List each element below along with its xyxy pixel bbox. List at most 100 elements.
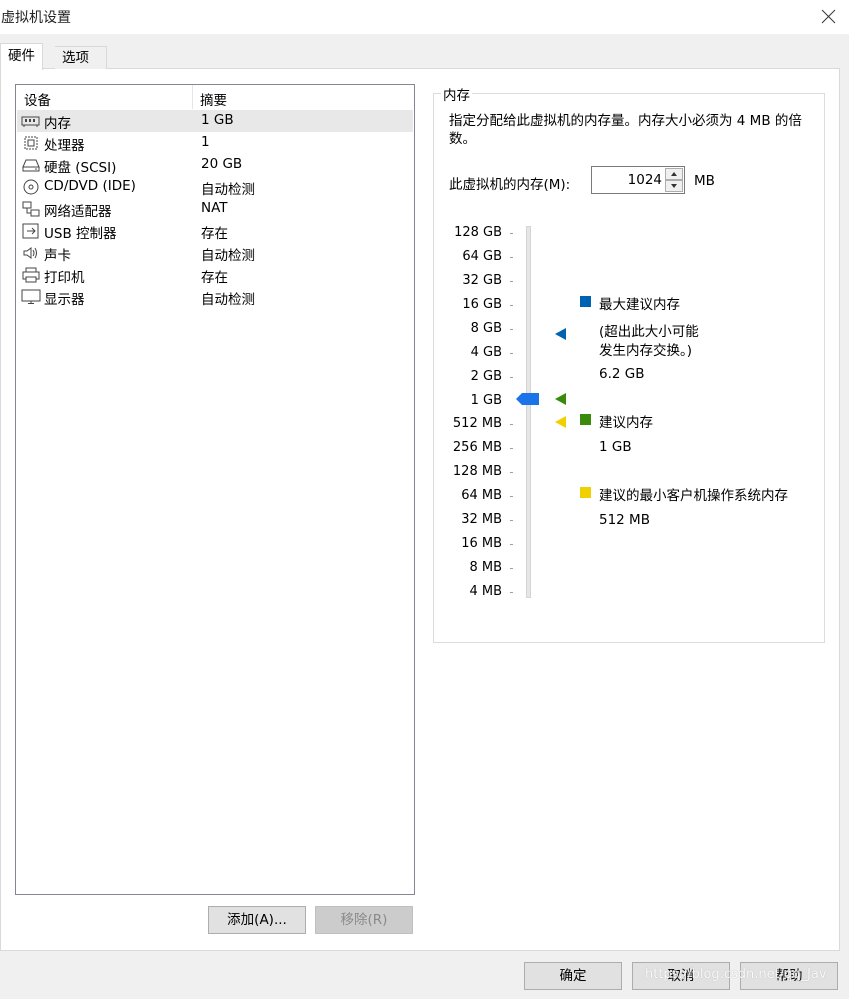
memory-input-label: 此虚拟机的内存(M): xyxy=(449,177,571,193)
device-summary: 20 GB xyxy=(201,156,243,172)
device-name: USB 控制器 xyxy=(44,226,117,242)
memory-icon xyxy=(21,113,41,129)
scale-tick xyxy=(510,233,513,234)
device-name: 硬盘 (SCSI) xyxy=(44,160,117,176)
scale-tick xyxy=(510,544,513,545)
device-row-cd-dvd[interactable]: CD/DVD (IDE) 自动检测 xyxy=(17,176,413,198)
window-title: 虚拟机设置 xyxy=(1,10,71,26)
triangle-left-icon xyxy=(555,328,566,340)
scale-tick xyxy=(510,448,513,449)
processor-icon xyxy=(21,135,41,151)
column-header-summary[interactable]: 摘要 xyxy=(200,89,227,109)
column-header-device[interactable]: 设备 xyxy=(24,89,51,109)
memory-description: 指定分配给此虚拟机的内存量。内存大小必须为 4 MB 的倍数。 xyxy=(449,113,802,147)
speaker-icon xyxy=(21,245,41,261)
min-legend-square xyxy=(580,487,591,498)
scale-label: 1 GB xyxy=(470,393,502,408)
device-summary: 1 GB xyxy=(201,112,234,128)
network-adapter-icon xyxy=(21,201,41,217)
recommended-legend-title: 建议内存 xyxy=(599,415,653,431)
ok-button[interactable]: 确定 xyxy=(524,962,622,990)
scale-label: 64 MB xyxy=(461,488,502,503)
device-row-display[interactable]: 显示器 自动检测 xyxy=(17,286,413,308)
scale-label: 128 MB xyxy=(452,464,502,479)
close-icon xyxy=(821,9,836,24)
scale-tick xyxy=(510,257,513,258)
scale-tick xyxy=(510,592,513,593)
device-summary: 存在 xyxy=(201,226,228,242)
scale-label: 256 MB xyxy=(452,440,502,455)
scale-tick xyxy=(510,329,513,330)
device-row-processor[interactable]: 处理器 1 xyxy=(17,132,413,154)
device-row-memory[interactable]: 内存 1 GB xyxy=(17,110,413,132)
device-row-printer[interactable]: 打印机 存在 xyxy=(17,264,413,286)
triangle-left-icon xyxy=(555,393,566,405)
device-summary: 1 xyxy=(201,134,210,150)
spin-down-button[interactable] xyxy=(665,180,683,192)
device-summary: NAT xyxy=(201,200,228,216)
device-name: 网络适配器 xyxy=(44,204,112,220)
scale-label: 8 GB xyxy=(470,321,502,336)
scale-label: 4 MB xyxy=(469,584,502,599)
monitor-icon xyxy=(21,289,41,305)
spin-up-button[interactable] xyxy=(665,168,683,180)
max-recommended-marker xyxy=(555,328,567,344)
list-header: 设备 摘要 xyxy=(16,85,414,109)
max-legend-square xyxy=(580,296,591,307)
memory-slider-track[interactable] xyxy=(526,226,531,598)
memory-group-title: 内存 xyxy=(441,84,472,104)
scale-label: 2 GB xyxy=(470,369,502,384)
scale-tick xyxy=(510,520,513,521)
device-summary: 自动检测 xyxy=(201,292,255,308)
device-name: 声卡 xyxy=(44,248,71,264)
max-legend-value: 6.2 GB xyxy=(599,366,645,382)
scale-label: 128 GB xyxy=(454,225,502,240)
max-legend-note: 发生内存交换。) xyxy=(599,343,693,359)
min-recommended-marker xyxy=(555,416,567,432)
scale-tick xyxy=(510,472,513,473)
scale-tick xyxy=(510,424,513,425)
title-bar xyxy=(0,0,849,34)
memory-stepper[interactable] xyxy=(591,166,685,194)
close-button[interactable] xyxy=(814,2,844,32)
device-row-network[interactable]: 网络适配器 NAT xyxy=(17,198,413,220)
device-summary: 自动检测 xyxy=(201,182,255,198)
scale-tick xyxy=(510,377,513,378)
watermark: https://blog.csdn.net/qq_Jav xyxy=(645,967,827,982)
device-list[interactable]: 设备 摘要 内存 1 GB 处理器 1 硬盘 (SCSI) 20 GB CD/D… xyxy=(15,84,415,895)
chevron-up-icon xyxy=(671,172,677,176)
scale-label: 512 MB xyxy=(452,416,502,431)
chevron-down-icon xyxy=(671,184,677,188)
max-legend-title: 最大建议内存 xyxy=(599,297,680,313)
add-device-button[interactable]: 添加(A)... xyxy=(208,906,306,934)
device-row-sound[interactable]: 声卡 自动检测 xyxy=(17,242,413,264)
max-legend-note: (超出此大小可能 xyxy=(599,324,699,340)
scale-label: 16 GB xyxy=(462,297,502,312)
scale-label: 8 MB xyxy=(469,560,502,575)
device-name: 内存 xyxy=(44,116,71,132)
min-legend-title: 建议的最小客户机操作系统内存 xyxy=(599,488,788,504)
scale-tick xyxy=(510,281,513,282)
memory-slider-thumb[interactable] xyxy=(516,392,540,410)
scale-tick xyxy=(510,305,513,306)
recommended-legend-square xyxy=(580,414,591,425)
remove-device-button[interactable]: 移除(R) xyxy=(315,906,413,934)
device-summary: 自动检测 xyxy=(201,248,255,264)
scale-tick xyxy=(510,353,513,354)
device-name: 处理器 xyxy=(44,138,85,154)
tab-options[interactable]: 选项 xyxy=(55,46,107,69)
device-row-hard-disk[interactable]: 硬盘 (SCSI) 20 GB xyxy=(17,154,413,176)
cd-dvd-icon xyxy=(21,179,41,195)
usb-icon xyxy=(21,223,41,239)
slider-thumb-icon xyxy=(516,393,539,405)
recommended-legend-value: 1 GB xyxy=(599,439,632,455)
triangle-left-icon xyxy=(555,416,566,428)
scale-label: 64 GB xyxy=(462,249,502,264)
column-separator[interactable] xyxy=(192,85,193,109)
memory-input[interactable] xyxy=(594,169,662,191)
device-row-usb[interactable]: USB 控制器 存在 xyxy=(17,220,413,242)
hard-disk-icon xyxy=(21,157,41,173)
tab-hardware[interactable]: 硬件 xyxy=(0,43,43,70)
scale-label: 4 GB xyxy=(470,345,502,360)
scale-tick xyxy=(510,568,513,569)
